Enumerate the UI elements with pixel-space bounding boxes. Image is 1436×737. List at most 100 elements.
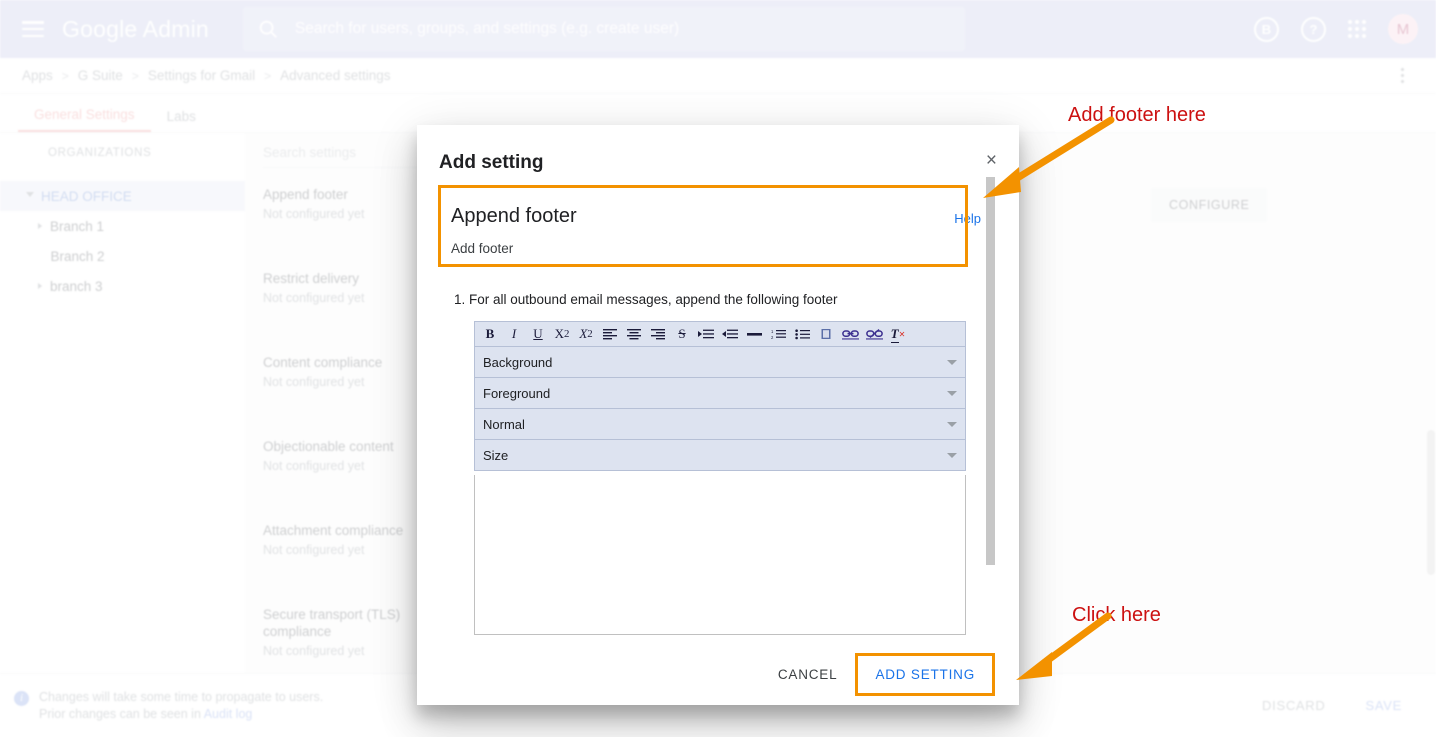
chevron-down-icon[interactable] [26,192,34,200]
breadcrumb-item-advanced-settings[interactable]: Advanced settings [280,68,390,83]
admin-console-screen: Google Admin B ? M Apps [0,0,1436,737]
remove-link-icon[interactable] [863,323,885,345]
tab-general-settings[interactable]: General Settings [18,107,151,132]
chevron-right-icon[interactable] [38,223,42,229]
chevron-down-icon [947,422,957,427]
organizations-header: ORGANIZATIONS [0,133,245,159]
font-family-select[interactable]: Normal [474,409,966,440]
discard-button[interactable]: DISCARD [1262,698,1325,713]
billing-badge-icon[interactable]: B [1254,17,1279,42]
organizations-tree: HEAD OFFICE Branch 1 Branch 2 branch 3 [0,181,245,301]
org-item-branch-2[interactable]: Branch 2 [0,241,245,271]
setting-header-block: Append footer Help Add footer [439,195,997,270]
numbered-list-icon[interactable]: 1 2 [767,323,789,345]
save-button[interactable]: SAVE [1365,698,1402,713]
top-bar-actions: B ? M [1254,14,1418,44]
strikethrough-icon[interactable]: S [671,323,693,345]
chevron-right-icon[interactable] [38,283,42,289]
setting-description: Add footer [451,241,985,256]
breadcrumb-separator: > [132,69,139,83]
add-setting-dialog: Add setting × Append footer Help Add foo… [417,125,1019,705]
breadcrumb-bar: Apps > G Suite > Settings for Gmail > Ad… [0,58,1436,94]
org-item-branch-1[interactable]: Branch 1 [0,211,245,241]
global-search-bar[interactable] [243,7,965,51]
breadcrumb-separator: > [62,69,69,83]
editor-toolbar: B I U X2 X2 [474,321,966,347]
background-color-select[interactable]: Background [474,347,966,378]
org-item-label: Branch 2 [51,249,105,264]
dialog-scrollbar-thumb[interactable] [986,177,995,565]
org-item-label: HEAD OFFICE [41,189,132,204]
propagation-line-2: Prior changes can be seen in [39,707,204,721]
propagation-line-1: Changes will take some time to propagate… [39,689,323,706]
breadcrumb-separator: > [264,69,271,83]
bulleted-list-icon[interactable] [791,323,813,345]
audit-log-link[interactable]: Audit log [204,707,253,721]
background-color-value: Background [483,355,552,370]
org-item-branch-3[interactable]: branch 3 [0,271,245,301]
add-setting-button[interactable]: ADD SETTING [861,657,989,692]
indent-decrease-icon[interactable] [719,323,741,345]
align-center-icon[interactable] [623,323,645,345]
horizontal-rule-icon[interactable] [743,323,765,345]
svg-text:1: 1 [771,329,774,334]
clear-formatting-icon[interactable]: T✕ [887,323,909,345]
setting-status: Not configured yet [263,644,403,658]
configure-button[interactable]: CONFIGURE [1151,188,1267,222]
search-input[interactable] [293,19,951,39]
insert-link-icon[interactable] [839,323,861,345]
page-scrollbar-thumb[interactable] [1427,430,1435,575]
search-icon [257,18,279,40]
dialog-scrollbar[interactable] [986,177,995,577]
subscript-icon[interactable]: X2 [551,323,573,345]
page-scrollbar[interactable] [1426,95,1436,673]
font-size-select[interactable]: Size [474,440,966,471]
setting-name: Append footer [451,205,985,228]
avatar[interactable]: M [1388,14,1418,44]
breadcrumb-item-settings-for-gmail[interactable]: Settings for Gmail [148,68,255,83]
footer-rich-text-editor: B I U X2 X2 [474,321,966,635]
instruction-text: 1. For all outbound email messages, appe… [454,292,1019,307]
cancel-button[interactable]: CANCEL [764,657,852,692]
chevron-down-icon [947,391,957,396]
dialog-action-bar: CANCEL ADD SETTING [417,643,1019,705]
superscript-icon[interactable]: X2 [575,323,597,345]
align-right-icon[interactable] [647,323,669,345]
italic-icon[interactable]: I [503,323,525,345]
annotation-add-footer-here: Add footer here [1068,104,1206,127]
add-setting-highlight: ADD SETTING [855,653,995,696]
bold-icon[interactable]: B [479,323,501,345]
org-item-label: Branch 1 [50,219,104,234]
breadcrumb: Apps > G Suite > Settings for Gmail > Ad… [22,68,390,83]
dialog-title: Add setting [417,125,1019,174]
dialog-scroll-content: Append footer Help Add footer 1. For all… [417,181,1019,643]
hamburger-menu-icon[interactable] [22,21,44,37]
chevron-down-icon [947,453,957,458]
kebab-menu-icon[interactable] [1401,68,1404,83]
setting-title: Secure transport (TLS) compliance [263,606,403,640]
underline-icon[interactable]: U [527,323,549,345]
tab-labs[interactable]: Labs [151,109,212,132]
foreground-color-select[interactable]: Foreground [474,378,966,409]
apps-grid-icon[interactable] [1348,20,1366,38]
propagation-notice: i Changes will take some time to propaga… [14,689,323,723]
svg-text:2: 2 [771,335,774,340]
app-brand-title: Google Admin [62,16,209,43]
help-icon[interactable]: ? [1301,17,1326,42]
insert-image-icon[interactable] [815,323,837,345]
indent-increase-icon[interactable] [695,323,717,345]
org-item-head-office[interactable]: HEAD OFFICE [0,181,245,211]
breadcrumb-item-apps[interactable]: Apps [22,68,53,83]
org-item-label: branch 3 [50,279,103,294]
chevron-down-icon [947,360,957,365]
top-app-bar: Google Admin B ? M [0,0,1436,58]
font-size-value: Size [483,448,508,463]
organizations-panel: ORGANIZATIONS HEAD OFFICE Branch 1 Branc… [0,133,245,673]
footer-content-editor[interactable] [474,475,966,635]
info-icon: i [14,691,29,706]
align-left-icon[interactable] [599,323,621,345]
breadcrumb-item-gsuite[interactable]: G Suite [78,68,123,83]
font-family-value: Normal [483,417,525,432]
help-link[interactable]: Help [954,211,981,226]
close-icon[interactable]: × [982,147,1001,174]
